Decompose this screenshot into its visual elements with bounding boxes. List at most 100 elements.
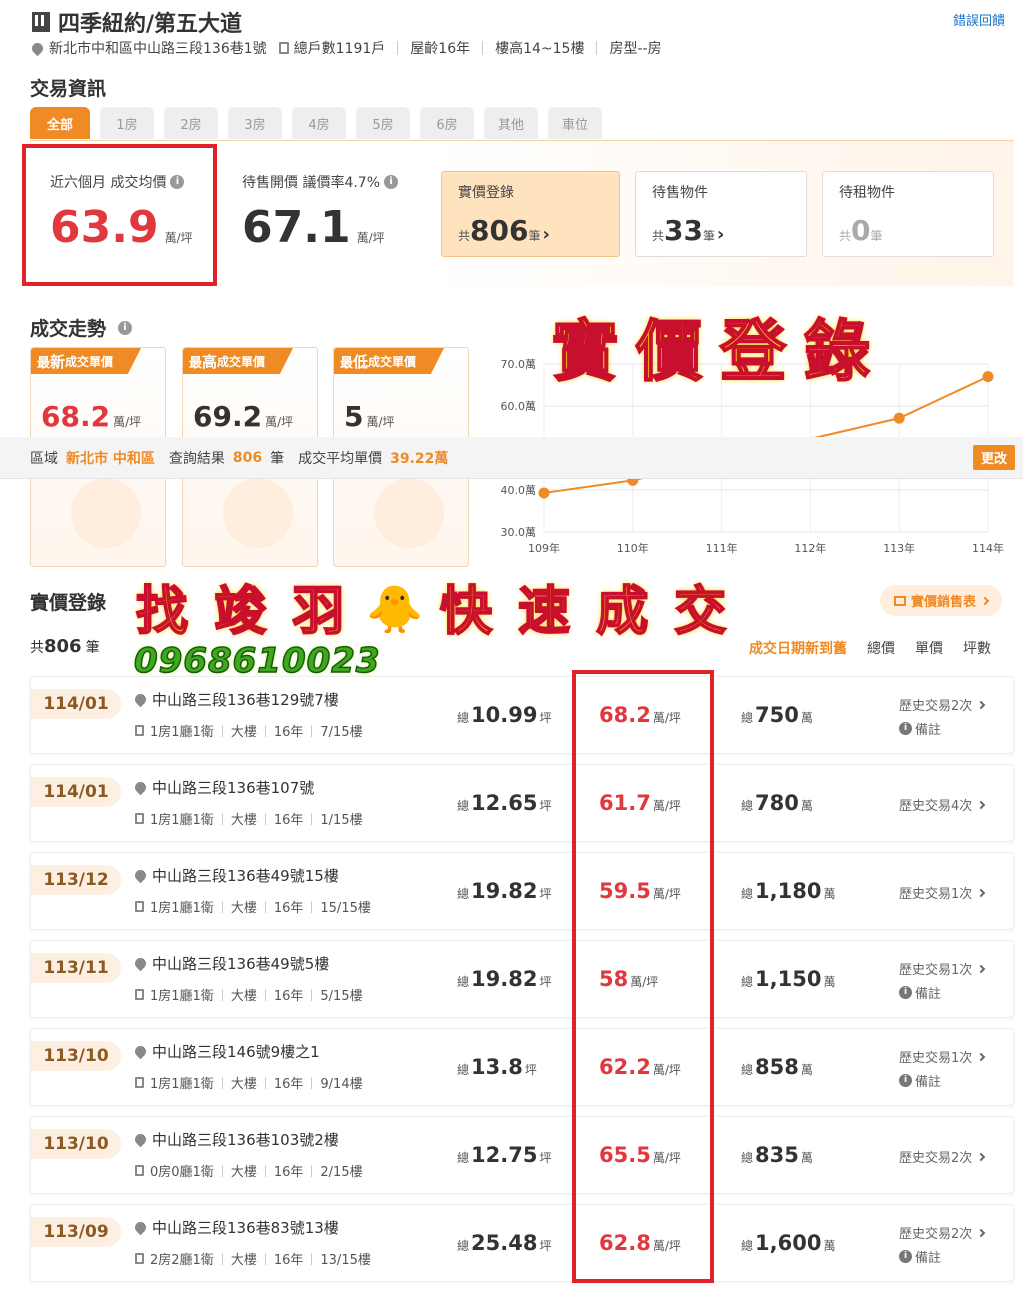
history-link[interactable]: 歷史交易1次 — [899, 959, 986, 978]
total-unit: 萬 — [823, 887, 836, 901]
transaction-address: 中山路三段136巷83號13樓 — [152, 1219, 339, 1237]
total-value: 1,150 — [755, 967, 822, 991]
summary-card-1[interactable]: 待售物件共 33 筆 › — [635, 171, 807, 257]
trend-card-value: 68.2 — [41, 400, 111, 433]
page-header: 四季紐約/第五大道 — [32, 6, 242, 38]
total-value: 858 — [755, 1055, 799, 1079]
page-title: 四季紐約/第五大道 — [58, 12, 243, 37]
trend-card-label: 最高成交單價 — [183, 348, 294, 374]
tab-1[interactable]: 1房 — [100, 107, 154, 139]
total-prefix: 總 — [741, 887, 754, 901]
spec-layout: 1房1廳1衛 — [150, 1077, 214, 1092]
chevron-right-icon — [980, 596, 990, 605]
region-value: 新北市 中和區 — [66, 450, 155, 467]
sort-option-3[interactable]: 坪數 — [963, 638, 991, 658]
area-prefix: 總 — [457, 799, 470, 813]
tab-5[interactable]: 5房 — [356, 107, 410, 139]
label-lead: 最 — [189, 355, 203, 371]
summary-card-title: 實價登錄 — [458, 185, 514, 201]
spec-age: 16年 — [273, 813, 304, 828]
report-error-link[interactable]: 錯誤回饋 — [953, 10, 1005, 29]
transaction-row[interactable]: 113/12 中山路三段136巷49號15樓 1房1廳1衛 大樓 16年 15/15樓總 1… — [30, 852, 1014, 930]
total-prefix: 總 — [741, 711, 754, 725]
tab-7[interactable]: 其他 — [484, 107, 538, 139]
summary-card-0[interactable]: 實價登錄共 806 筆 › — [441, 171, 620, 257]
area-value: 19.82 — [471, 967, 538, 991]
total-value: 1,600 — [755, 1231, 822, 1255]
tab-8[interactable]: 車位 — [548, 107, 602, 139]
area-unit: 坪 — [539, 1151, 552, 1165]
transaction-row[interactable]: 113/11 中山路三段136巷49號5樓 1房1廳1衛 大樓 16年 5/15樓總 19.… — [30, 940, 1014, 1018]
chevron-right-icon — [977, 888, 986, 897]
history-link[interactable]: 歷史交易1次 — [899, 883, 986, 902]
tab-6[interactable]: 6房 — [420, 107, 474, 139]
sales-table-button[interactable]: 實價銷售表 — [880, 585, 1003, 616]
history-link[interactable]: 歷史交易4次 — [899, 795, 986, 814]
area-prefix: 總 — [457, 1151, 470, 1165]
building-meta: 新北市中和區中山路三段136巷1號 總戶數1191戶 屋齡16年 樓高14~15… — [29, 38, 662, 58]
sort-option-0[interactable]: 成交日期新到舊 — [749, 638, 847, 658]
transaction-row[interactable]: 113/10 中山路三段136巷103號2樓 0房0廳1衛 大樓 16年 2/15樓總 12… — [30, 1116, 1014, 1194]
info-icon[interactable]: i — [170, 175, 185, 189]
note-link[interactable]: i 備註 — [899, 1247, 941, 1266]
note-link[interactable]: i 備註 — [899, 719, 941, 738]
history-link[interactable]: 歷史交易2次 — [899, 695, 986, 714]
info-icon[interactable]: i — [384, 175, 399, 189]
tab-0[interactable]: 全部 — [30, 107, 90, 139]
region-label: 區域 — [30, 450, 58, 467]
listing-count: 共 806 筆 — [30, 636, 100, 657]
transaction-row[interactable]: 114/01 中山路三段136巷107號 1房1廳1衛 大樓 16年 1/15樓總 12.6… — [30, 764, 1014, 842]
divider — [264, 1076, 266, 1089]
spec-type: 大樓 — [230, 901, 257, 916]
x-tick-label: 113年 — [883, 541, 915, 555]
transaction-row[interactable]: 114/01 中山路三段136巷129號7樓 1房1廳1衛 大樓 16年 7/15樓總 10… — [30, 676, 1014, 754]
transaction-date: 114/01 — [31, 689, 121, 719]
history-link[interactable]: 歷史交易2次 — [899, 1147, 986, 1166]
area-cell: 總 10.99 坪 — [457, 703, 551, 727]
spec-type: 大樓 — [230, 1077, 257, 1092]
note-link[interactable]: i 備註 — [899, 1071, 941, 1090]
history-link[interactable]: 歷史交易2次 — [899, 1223, 986, 1242]
info-icon[interactable]: i — [118, 320, 133, 335]
note-link[interactable]: i 備註 — [899, 983, 941, 1002]
spec-age: 16年 — [273, 901, 304, 916]
decor-shape — [71, 478, 141, 548]
divider — [596, 41, 598, 55]
info-icon: i — [899, 722, 912, 735]
history-text: 歷史交易4次 — [899, 799, 973, 814]
trend-card-value: 69.2 — [193, 400, 263, 433]
document-icon — [135, 725, 144, 736]
sort-option-2[interactable]: 單價 — [915, 638, 943, 658]
tab-3[interactable]: 3房 — [228, 107, 282, 139]
summary-card-2[interactable]: 待租物件共 0 筆 — [822, 171, 994, 257]
sort-option-1[interactable]: 總價 — [867, 638, 895, 658]
area-cell: 總 12.75 坪 — [457, 1143, 551, 1167]
location-pin-icon — [132, 955, 149, 972]
change-filter-button[interactable]: 更改 — [972, 445, 1015, 470]
x-tick-label: 110年 — [617, 541, 649, 555]
total-unit: 萬 — [800, 1151, 813, 1165]
tab-2[interactable]: 2房 — [164, 107, 218, 139]
count-prefix: 共 — [458, 229, 471, 243]
label-rest: 成交單價 — [368, 354, 417, 369]
history-link[interactable]: 歷史交易1次 — [899, 1047, 986, 1066]
tab-4[interactable]: 4房 — [292, 107, 346, 139]
trend-header: 成交走勢 i — [30, 314, 133, 341]
ask-price-unit: 萬/坪 — [356, 231, 385, 245]
history-text: 歷史交易2次 — [899, 1151, 973, 1166]
area-prefix: 總 — [457, 1063, 470, 1077]
trend-card-label: 最新成交單價 — [31, 348, 142, 374]
label-big: 新 — [50, 352, 66, 371]
area-unit: 坪 — [539, 887, 552, 901]
divider — [221, 812, 223, 825]
transaction-row[interactable]: 113/09 中山路三段136巷83號13樓 2房2廳1衛 大樓 16年 13/15樓總 2… — [30, 1204, 1014, 1282]
transaction-row[interactable]: 113/10 中山路三段146號9樓之1 1房1廳1衛 大樓 16年 9/14樓總 13.8… — [30, 1028, 1014, 1106]
area-prefix: 總 — [457, 1239, 470, 1253]
total-price-cell: 總 858 萬 — [741, 1055, 813, 1079]
total-unit: 萬 — [800, 711, 813, 725]
info-icon: i — [899, 1250, 912, 1263]
trend-card-unit: 萬/坪 — [265, 415, 294, 429]
transaction-address: 中山路三段136巷107號 — [152, 779, 315, 797]
total-value: 750 — [755, 703, 799, 727]
total-value: 780 — [755, 791, 799, 815]
